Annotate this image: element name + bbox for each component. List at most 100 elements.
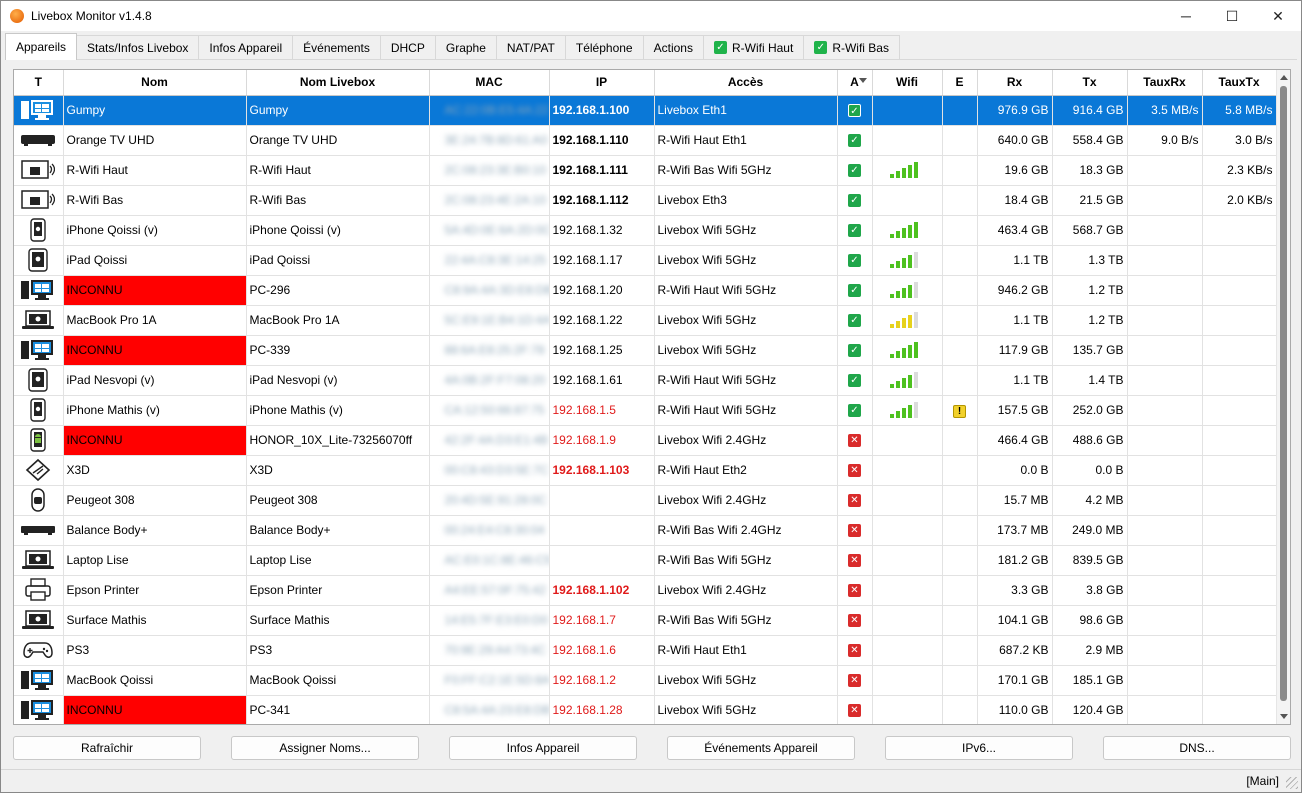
assigner-noms-button[interactable]: Assigner Noms... [231, 736, 419, 760]
name-cell[interactable]: Peugeot 308 [63, 485, 247, 516]
vertical-scrollbar[interactable] [1276, 70, 1290, 724]
device-type-cell [14, 125, 64, 156]
device-type-cell [14, 335, 64, 366]
mac-value: AC:22:0B:E5:4A:22 [444, 103, 549, 117]
tab-r-wifi-bas[interactable]: ✓ R-Wifi Bas [803, 35, 900, 59]
name-cell[interactable]: PS3 [63, 635, 247, 666]
table-row[interactable]: INCONNU PC-296 C8:9A:4A:3D:E8:DB 192.168.1.… [14, 275, 1277, 306]
table-row[interactable]: INCONNU PC-339 88:6A:E8:25:2F:78 192.168.1.… [14, 335, 1277, 366]
resize-grip-icon[interactable] [1286, 777, 1298, 789]
column-header[interactable]: Nom Livebox [246, 70, 430, 96]
tab-nat-pat[interactable]: NAT/PAT [495, 35, 566, 59]
column-header[interactable]: MAC [429, 70, 550, 96]
scroll-down-arrow-icon[interactable] [1280, 714, 1288, 719]
name-cell[interactable]: iPhone Qoissi (v) [63, 215, 247, 246]
tx-cell: 135.7 GB [1052, 335, 1128, 366]
name-cell[interactable]: INCONNU [63, 695, 247, 724]
name-cell[interactable]: INCONNU [63, 275, 247, 306]
name-cell[interactable]: iPad Qoissi [63, 245, 247, 276]
name-cell[interactable]: Balance Body+ [63, 515, 247, 546]
dns-button[interactable]: DNS... [1103, 736, 1291, 760]
tab-dhcp[interactable]: DHCP [379, 35, 436, 59]
active-cell: ✓ [837, 155, 873, 186]
infos-appareil-button[interactable]: Infos Appareil [449, 736, 637, 760]
scroll-up-arrow-icon[interactable] [1280, 75, 1288, 80]
column-header[interactable]: A [837, 70, 873, 96]
wifi-signal-icon [889, 162, 918, 178]
rafraichir-button[interactable]: Rafraîchir [13, 736, 201, 760]
table-row[interactable]: MacBook Qoissi MacBook Qoissi F0:FF:C2:1E:… [14, 665, 1277, 696]
access-cell: Livebox Wifi 2.4GHz [654, 425, 838, 456]
table-row[interactable]: R-Wifi Haut R-Wifi Haut 2C:08:23:3E:B0:10 1… [14, 155, 1277, 186]
close-button[interactable]: ✕ [1255, 1, 1301, 31]
column-header[interactable]: Nom [63, 70, 247, 96]
column-header[interactable]: TauxTx [1202, 70, 1277, 96]
tab-actions[interactable]: Actions [642, 35, 704, 59]
name-cell[interactable]: Epson Printer [63, 575, 247, 606]
table-row[interactable]: Balance Body+ Balance Body+ 00:24:E4:C8:30… [14, 515, 1277, 546]
table-row[interactable]: Gumpy Gumpy AC:22:0B:E5:4A:22 192.168.1.100… [14, 95, 1277, 126]
column-header[interactable]: Rx [977, 70, 1053, 96]
tab-stats-infos-livebox[interactable]: Stats/Infos Livebox [76, 35, 200, 59]
tab-t-l-phone[interactable]: Téléphone [564, 35, 644, 59]
device-type-cell [14, 275, 64, 306]
minimize-button[interactable]: ─ [1163, 1, 1209, 31]
name-cell[interactable]: X3D [63, 455, 247, 486]
name-cell[interactable]: R-Wifi Haut [63, 155, 247, 186]
livebox-name-cell: R-Wifi Bas [246, 185, 430, 216]
evenements-appareil-button[interactable]: Événements Appareil [667, 736, 855, 760]
name-cell[interactable]: Surface Mathis [63, 605, 247, 636]
table-row[interactable]: R-Wifi Bas R-Wifi Bas 2C:08:23:4E:2A:10 192… [14, 185, 1277, 216]
name-cell[interactable]: MacBook Pro 1A [63, 305, 247, 336]
mac-cell: 20:4D:5E:91:28:0C [429, 485, 550, 516]
table-row[interactable]: INCONNU PC-341 C8:5A:4A:23:E8:DB 192.168.1.… [14, 695, 1277, 724]
table-row[interactable]: Surface Mathis Surface Mathis 14:E5:7F:E3:… [14, 605, 1277, 636]
table-row[interactable]: X3D X3D 00:C8:43:D3:5E:7C 192.168.1.103 R-Wi… [14, 455, 1277, 486]
name-cell[interactable]: Orange TV UHD [63, 125, 247, 156]
mac-cell: 2C:08:23:3E:B0:10 [429, 155, 550, 186]
active-cell: ✓ [837, 395, 873, 426]
name-cell[interactable]: INCONNU [63, 425, 247, 456]
tab-appareils[interactable]: Appareils [5, 33, 78, 60]
tx-cell: 1.2 TB [1052, 305, 1128, 336]
name-cell[interactable]: iPhone Mathis (v) [63, 395, 247, 426]
column-header[interactable]: IP [549, 70, 655, 96]
column-header[interactable]: E [942, 70, 978, 96]
check-icon: ✓ [713, 41, 727, 54]
tx-rate-cell [1202, 695, 1277, 724]
name-cell[interactable]: Gumpy [63, 95, 247, 126]
warning-icon[interactable]: ! [953, 404, 966, 418]
table-row[interactable]: iPhone Qoissi (v) iPhone Qoissi (v) 5A:4D:… [14, 215, 1277, 246]
name-cell[interactable]: iPad Nesvopi (v) [63, 365, 247, 396]
table-row[interactable]: Orange TV UHD Orange TV UHD 3E:24:7B:8D:61… [14, 125, 1277, 156]
column-header[interactable]: TauxRx [1127, 70, 1203, 96]
name-cell[interactable]: R-Wifi Bas [63, 185, 247, 216]
devices-grid[interactable]: T Nom Nom Livebox MAC IP Accès A Wifi E Rx Tx TauxR… [13, 69, 1291, 725]
table-row[interactable]: Epson Printer Epson Printer A4:EE:57:0F:75… [14, 575, 1277, 606]
table-row[interactable]: Peugeot 308 Peugeot 308 20:4D:5E:91:28:0C L… [14, 485, 1277, 516]
name-cell[interactable]: MacBook Qoissi [63, 665, 247, 696]
table-row[interactable]: Laptop Lise Laptop Lise AC:E0:1C:8E:46:C5 R… [14, 545, 1277, 576]
table-row[interactable]: INCONNU HONOR_10X_Lite-73256070ff 42:2F:4A… [14, 425, 1277, 456]
scroll-thumb[interactable] [1280, 86, 1287, 701]
table-row[interactable]: MacBook Pro 1A MacBook Pro 1A 5C:E9:1E:B4:… [14, 305, 1277, 336]
column-header[interactable]: Wifi [872, 70, 943, 96]
table-row[interactable]: iPhone Mathis (v) iPhone Mathis (v) CA:12:… [14, 395, 1277, 426]
table-row[interactable]: PS3 PS3 70:9E:29:A4:73:4C 192.168.1.6 R-Wifi… [14, 635, 1277, 666]
ip-cell: 192.168.1.9 [549, 425, 655, 456]
tab-r-wifi-haut[interactable]: ✓ R-Wifi Haut [702, 35, 805, 59]
column-header[interactable]: T [14, 70, 64, 96]
table-row[interactable]: iPad Qoissi iPad Qoissi 22:4A:C8:3E:14:25 1… [14, 245, 1277, 276]
tab--v-nements[interactable]: Événements [292, 35, 381, 59]
column-header[interactable]: Accès [654, 70, 838, 96]
tab-graphe[interactable]: Graphe [434, 35, 497, 59]
ipv6-button[interactable]: IPv6... [885, 736, 1073, 760]
name-cell[interactable]: Laptop Lise [63, 545, 247, 576]
name-cell[interactable]: INCONNU [63, 335, 247, 366]
table-row[interactable]: iPad Nesvopi (v) iPad Nesvopi (v) 4A:0B:2F… [14, 365, 1277, 396]
tab-infos-appareil[interactable]: Infos Appareil [198, 35, 294, 59]
column-header[interactable]: Tx [1052, 70, 1128, 96]
event-cell [942, 605, 978, 636]
maximize-button[interactable]: ☐ [1209, 1, 1255, 31]
active-cell: ✕ [837, 665, 873, 696]
